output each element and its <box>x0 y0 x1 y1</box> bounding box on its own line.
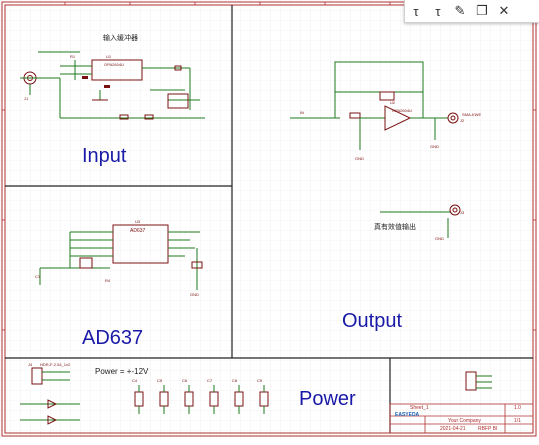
output-note: 真有效值输出 <box>374 224 416 231</box>
svg-text:R4: R4 <box>105 278 111 283</box>
title-sheet: Sheet_1 <box>410 405 429 411</box>
section-label-output: Output <box>342 310 403 332</box>
svg-text:C9: C9 <box>257 378 263 383</box>
svg-text:C3: C3 <box>35 274 41 279</box>
svg-text:U3: U3 <box>135 219 141 224</box>
input-opamp-label: OPA2604U <box>104 62 124 67</box>
output-opamp-label: OPA2604U <box>392 108 412 113</box>
input-subtitle: 输入缓冲器 <box>103 35 138 42</box>
svg-text:R1: R1 <box>70 54 76 59</box>
svg-text:C8: C8 <box>232 378 238 383</box>
power-connector-label: HDR-F-2.54_1x2 <box>40 362 71 367</box>
title-drawn-by: RBFP BI <box>478 426 498 432</box>
title-sheet-index: 1/1 <box>514 418 521 424</box>
pencil-icon[interactable]: ✎ <box>449 1 471 21</box>
title-company: Your Company <box>448 418 481 424</box>
svg-text:C6: C6 <box>182 378 188 383</box>
svg-text:C7: C7 <box>207 378 213 383</box>
schematic-canvas[interactable]: U1 J1 R1 U2 J2 J3 IN GND GND GND U3 C3 G… <box>0 0 539 440</box>
pin-alt-icon[interactable]: τ <box>427 1 449 21</box>
power-caption: Power = +-12V <box>95 367 149 376</box>
title-logo: EASYEDA <box>395 412 420 418</box>
title-date: 2021-04-21 <box>440 426 466 432</box>
svg-text:IN: IN <box>300 110 304 115</box>
svg-text:GND: GND <box>355 156 364 161</box>
svg-text:C4: C4 <box>132 378 138 383</box>
pin-icon[interactable]: τ <box>405 1 427 21</box>
annotation-toolbar: τ τ ✎ ❐ ✕ <box>404 0 539 23</box>
svg-text:U2: U2 <box>390 100 396 105</box>
output-connector-label: SMA-KWE <box>462 112 482 117</box>
svg-text:GND: GND <box>435 236 444 241</box>
svg-text:C5: C5 <box>157 378 163 383</box>
ad637-chip-label: AD637 <box>130 228 146 234</box>
title-rev: 1.0 <box>514 405 521 411</box>
copy-icon[interactable]: ❐ <box>471 1 493 21</box>
svg-text:GND: GND <box>430 144 439 149</box>
svg-text:GND: GND <box>190 292 199 297</box>
section-label-input: Input <box>82 145 127 167</box>
svg-text:U1: U1 <box>106 54 112 59</box>
section-label-power: Power <box>299 388 356 410</box>
close-icon[interactable]: ✕ <box>493 1 515 21</box>
section-label-ad637: AD637 <box>82 327 144 349</box>
